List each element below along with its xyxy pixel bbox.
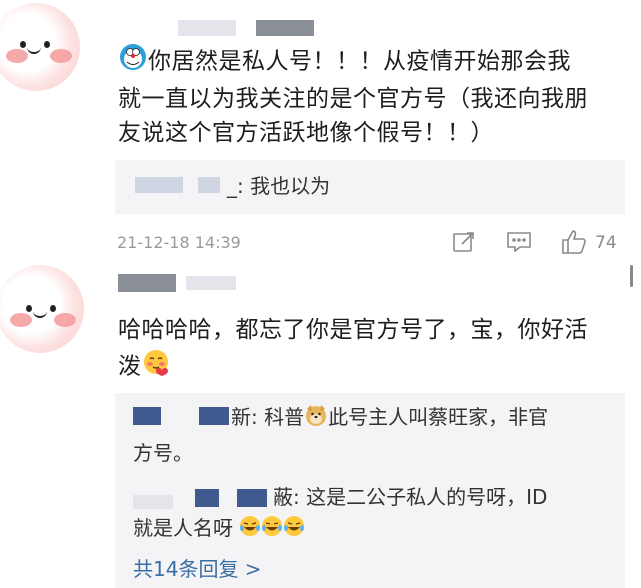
reply-text: 方号。 xyxy=(133,441,193,465)
avatar-blush xyxy=(54,313,76,327)
comment-time: 21-12-18 14:39 xyxy=(117,233,241,252)
avatar-mouth xyxy=(33,309,47,318)
reply-line2: 就是人名呀 xyxy=(133,516,233,540)
reply-text: _: 我也以为 xyxy=(227,174,331,198)
reply-text: 蔽: 这是二公子私人的号呀，ID xyxy=(273,485,548,509)
username-redacted[interactable] xyxy=(178,20,236,36)
comment-text: 哈哈哈哈，都忘了你是官方号了，宝，你好活 泼 xyxy=(118,313,628,387)
reply-username-redacted[interactable] xyxy=(133,495,173,509)
comment-line: 就一直以为我关注的是个官方号（我还向我朋 xyxy=(118,86,588,112)
comment-line: 泼 xyxy=(118,353,142,380)
avatar-eye xyxy=(50,305,56,312)
share-icon[interactable] xyxy=(452,230,476,258)
avatar-eye xyxy=(26,305,32,312)
comment-line: 你居然是私人号！！！从疫情开始那会我 xyxy=(148,48,571,75)
reply-username-redacted[interactable] xyxy=(199,407,229,425)
avatar-blush xyxy=(10,313,32,327)
blush-emoji xyxy=(142,347,172,387)
reply-text: 新: 科普 此号主人叫蔡旺家，非官 xyxy=(231,402,548,435)
reply-username-redacted[interactable] xyxy=(195,489,219,507)
avatar-mouth xyxy=(27,45,41,54)
avatar[interactable] xyxy=(0,265,84,353)
more-replies-link[interactable]: 共14条回复 > xyxy=(133,553,262,582)
reply-text: 就是人名呀 xyxy=(133,513,305,545)
laugh-cry-emoji xyxy=(283,515,305,545)
avatar-blush xyxy=(6,49,28,63)
comment-text: 你居然是私人号！！！从疫情开始那会我 就一直以为我关注的是个官方号（我还向我朋 … xyxy=(118,42,628,150)
laugh-cry-emoji xyxy=(261,515,283,545)
reply-tail: 此号主人叫蔡旺家，非官 xyxy=(328,405,549,429)
reply-username-redacted[interactable] xyxy=(133,407,161,425)
avatar-eye xyxy=(20,41,26,48)
reply-prefix: 新: 科普 xyxy=(231,405,305,429)
username-redacted[interactable] xyxy=(256,20,314,36)
comment-line: 哈哈哈哈，都忘了你是官方号了，宝，你好活 xyxy=(118,317,588,343)
reply-box[interactable]: _: 我也以为 xyxy=(115,160,625,214)
comment-icon[interactable] xyxy=(506,230,532,258)
avatar[interactable] xyxy=(0,3,80,91)
doraemon-icon xyxy=(118,42,148,82)
reply-username-redacted[interactable] xyxy=(237,489,267,507)
username-redacted[interactable] xyxy=(186,276,236,290)
reply-username-redacted[interactable] xyxy=(135,177,183,193)
reply-username-redacted[interactable] xyxy=(198,177,220,193)
laugh-cry-emoji xyxy=(239,515,261,545)
like-icon[interactable] xyxy=(560,228,588,260)
comment-line: 友说这个官方活跃地像个假号！！） xyxy=(118,120,494,146)
reply-box[interactable]: 新: 科普 此号主人叫蔡旺家，非官 方号。 蔽: 这是二公子私人的号呀，ID 就… xyxy=(115,393,625,588)
username-redacted[interactable] xyxy=(118,274,176,292)
scrollbar[interactable] xyxy=(630,265,633,287)
avatar-eye xyxy=(44,41,50,48)
avatar-blush xyxy=(50,49,72,63)
like-count: 74 xyxy=(595,233,617,253)
doge-emoji xyxy=(304,403,328,435)
